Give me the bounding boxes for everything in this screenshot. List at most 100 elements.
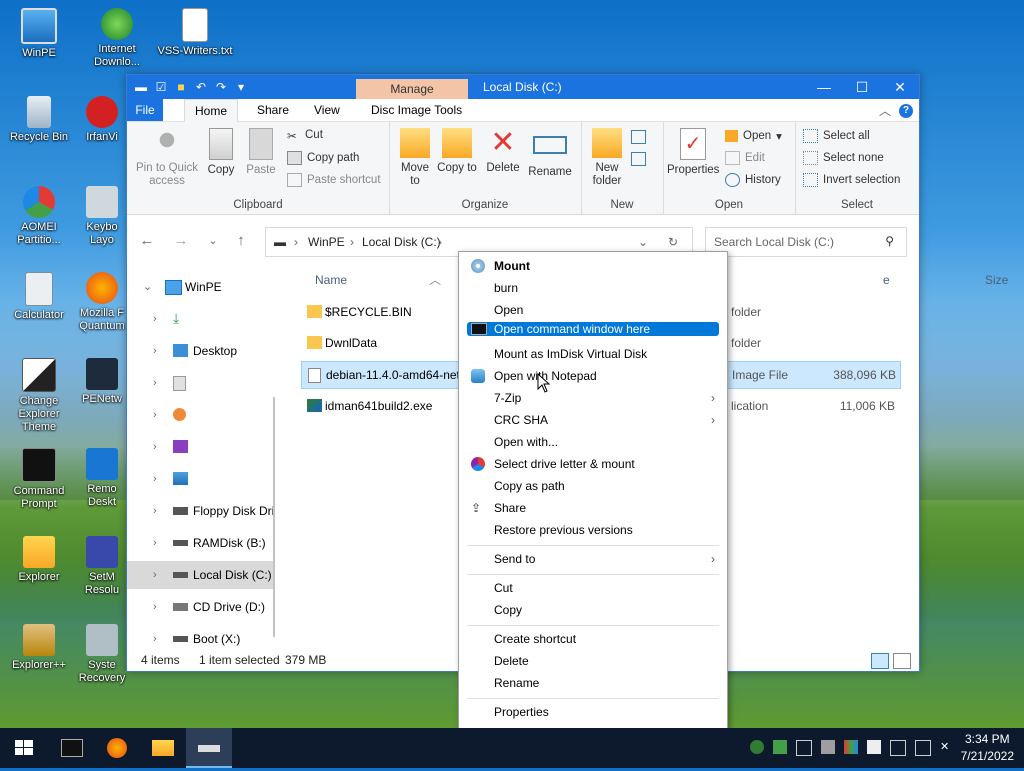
- tray-usb-icon[interactable]: [890, 740, 906, 756]
- tray-ethernet-icon[interactable]: [915, 740, 931, 756]
- menu-item-rename[interactable]: Rename: [467, 673, 719, 693]
- taskbar-explorer[interactable]: [140, 728, 186, 768]
- menu-item-open-with-notepad[interactable]: Open with Notepad: [467, 366, 719, 386]
- menu-item-copy[interactable]: Copy: [467, 600, 719, 620]
- manage-tab[interactable]: Manage: [356, 79, 468, 99]
- cut-button[interactable]: ✂ Cut: [287, 129, 323, 143]
- paste-shortcut-button[interactable]: Paste shortcut: [287, 173, 381, 187]
- menu-item-open[interactable]: Open: [467, 300, 719, 320]
- maximize-button[interactable]: ☐: [843, 75, 881, 99]
- column-header-name[interactable]: Name: [315, 267, 347, 293]
- nav-item-cd-drive[interactable]: › CD Drive (D:): [127, 593, 275, 621]
- desktop-icon-explorer[interactable]: Explorer: [0, 536, 78, 584]
- paste-button[interactable]: Paste: [243, 128, 279, 177]
- chevron-right-icon[interactable]: ›: [153, 529, 157, 557]
- chevron-right-icon[interactable]: ›: [153, 593, 157, 621]
- properties-icon[interactable]: ☑: [153, 79, 169, 95]
- chevron-right-icon[interactable]: ›: [153, 625, 157, 647]
- desktop-icon-firefox[interactable]: Mozilla F Quantum: [78, 272, 126, 333]
- menu-item-copy-as-path[interactable]: Copy as path: [467, 476, 719, 496]
- desktop-icon-aomei[interactable]: AOMEI Partitio...: [0, 186, 78, 247]
- search-box[interactable]: Search Local Disk (C:) ⚲: [705, 227, 907, 257]
- chevron-down-icon[interactable]: ⌄: [143, 273, 152, 301]
- large-icons-view-icon[interactable]: [893, 653, 911, 669]
- menu-item-delete[interactable]: Delete: [467, 651, 719, 671]
- copy-button[interactable]: Copy: [203, 128, 239, 177]
- menu-item-burn[interactable]: burn: [467, 278, 719, 298]
- desktop-icon-internet-download[interactable]: Internet Downlo...: [78, 8, 156, 69]
- history-button[interactable]: History: [725, 173, 781, 187]
- desktop-icon-explorerpp[interactable]: Explorer++: [0, 624, 78, 672]
- start-button[interactable]: [0, 728, 48, 768]
- pin-to-quick-access-button[interactable]: Pin to Quick access: [131, 128, 203, 188]
- nav-item-downloads[interactable]: › ⤓: [127, 305, 275, 333]
- open-button[interactable]: Open ▾: [725, 129, 782, 143]
- up-arrow-icon[interactable]: ↑: [233, 233, 249, 249]
- select-none-button[interactable]: Select none: [803, 151, 884, 165]
- chevron-right-icon[interactable]: ›: [153, 561, 157, 589]
- minimize-button[interactable]: —: [805, 75, 843, 99]
- details-view-icon[interactable]: [871, 653, 889, 669]
- select-all-button[interactable]: Select all: [803, 129, 870, 143]
- nav-item-videos[interactable]: ›: [127, 433, 275, 461]
- menu-item-restore-previous[interactable]: Restore previous versions: [467, 520, 719, 540]
- tab-disc-image-tools[interactable]: Disc Image Tools: [361, 99, 472, 121]
- menu-item-mount[interactable]: Mount: [467, 256, 719, 276]
- forward-arrow-icon[interactable]: →: [173, 233, 189, 249]
- tab-share[interactable]: Share: [247, 99, 299, 121]
- tray-eject-icon[interactable]: [750, 740, 764, 754]
- invert-selection-button[interactable]: Invert selection: [803, 173, 900, 187]
- new-item-button[interactable]: [631, 130, 646, 144]
- copy-to-button[interactable]: Copy to: [437, 128, 477, 175]
- breadcrumb-winpe[interactable]: WinPE: [308, 235, 345, 249]
- menu-item-cut[interactable]: Cut: [467, 578, 719, 598]
- volume-muted-icon[interactable]: ✕: [940, 740, 954, 754]
- desktop-icon-remote-desktop[interactable]: Remo Deskt: [78, 448, 126, 509]
- chevron-up-icon[interactable]: ︿: [879, 102, 891, 119]
- chevron-right-icon[interactable]: ›: [153, 337, 157, 365]
- desktop-icon-recycle-bin[interactable]: Recycle Bin: [0, 96, 78, 144]
- move-to-button[interactable]: Move to: [395, 128, 435, 188]
- menu-item-share[interactable]: ⇪ Share: [467, 498, 719, 518]
- nav-item-ramdisk[interactable]: › RAMDisk (B:): [127, 529, 275, 557]
- delete-button[interactable]: ✕ Delete: [483, 128, 523, 175]
- column-header-size[interactable]: Size: [985, 267, 1008, 293]
- desktop-icon-irfanview[interactable]: IrfanVi: [78, 96, 126, 144]
- redo-icon[interactable]: ↷: [213, 79, 229, 95]
- chevron-right-icon[interactable]: ›: [153, 401, 157, 429]
- tray-app-icon[interactable]: [773, 740, 787, 754]
- nav-item-winpe[interactable]: ⌄ WinPE: [127, 273, 275, 301]
- chevron-right-icon[interactable]: ›: [153, 497, 157, 525]
- nav-item-documents[interactable]: ›: [127, 369, 275, 397]
- desktop-icon-keyboard-layout[interactable]: Keybo Layo: [78, 186, 126, 247]
- help-icon[interactable]: ?: [899, 103, 913, 118]
- nav-item-desktop[interactable]: › Desktop: [127, 337, 275, 365]
- nav-item-pictures[interactable]: ›: [127, 465, 275, 493]
- nav-scrollbar[interactable]: [273, 397, 275, 637]
- menu-item-7zip[interactable]: 7-Zip ›: [467, 388, 719, 408]
- menu-item-send-to[interactable]: Send to ›: [467, 549, 719, 569]
- tab-file[interactable]: File: [127, 99, 163, 121]
- nav-item-local-disk[interactable]: › Local Disk (C:): [127, 561, 275, 589]
- desktop-icon-system-recovery[interactable]: Syste Recovery: [78, 624, 126, 685]
- tray-network-icon[interactable]: [796, 740, 812, 756]
- easy-access-button[interactable]: [631, 152, 646, 166]
- desktop-icon-winpe[interactable]: WinPE: [0, 8, 78, 60]
- tray-keyboard-icon[interactable]: [821, 740, 835, 754]
- desktop-icon-penetwork[interactable]: PENetw: [78, 358, 126, 406]
- desktop-icon-command-prompt[interactable]: Command Prompt: [0, 448, 78, 511]
- tray-language-icon[interactable]: [867, 740, 881, 754]
- desktop-icon-calculator[interactable]: Calculator: [0, 272, 78, 322]
- taskbar-drive-window[interactable]: [186, 728, 232, 768]
- taskbar-firefox[interactable]: [94, 728, 140, 768]
- refresh-icon[interactable]: ↻: [668, 235, 678, 249]
- edit-button[interactable]: Edit: [725, 151, 765, 165]
- recent-locations-chevron-icon[interactable]: ⌄: [205, 233, 221, 249]
- back-arrow-icon[interactable]: ←: [139, 233, 155, 249]
- chevron-right-icon[interactable]: ›: [153, 433, 157, 461]
- menu-item-select-drive-letter[interactable]: Select drive letter & mount: [467, 454, 719, 474]
- menu-item-crc-sha[interactable]: CRC SHA ›: [467, 410, 719, 430]
- tray-display-icon[interactable]: [844, 740, 858, 754]
- new-folder-button[interactable]: New folder: [585, 128, 629, 188]
- undo-icon[interactable]: ↶: [193, 79, 209, 95]
